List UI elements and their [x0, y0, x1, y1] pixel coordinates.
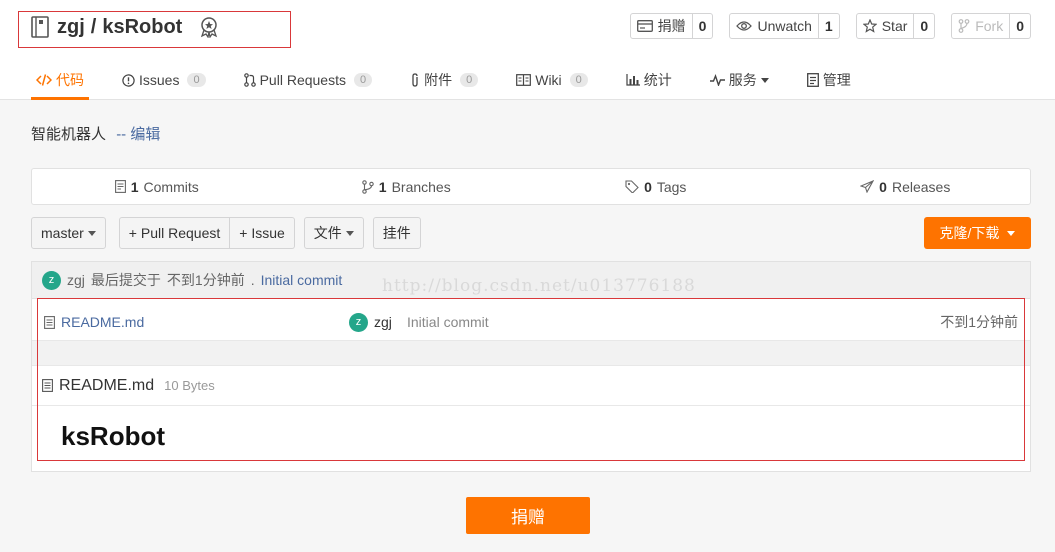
edit-description-link[interactable]: -- 编辑: [116, 126, 160, 143]
commit-message-link[interactable]: Initial commit: [261, 272, 343, 288]
tab-issues-label: Issues: [139, 72, 180, 88]
branch-icon: [362, 179, 374, 194]
file-menu-button[interactable]: 文件: [303, 217, 364, 249]
issue-icon: [122, 73, 135, 87]
card-icon: [636, 20, 653, 32]
paper-plane-icon: [860, 180, 875, 193]
releases-label: Releases: [891, 178, 951, 195]
repo-stats-bar: 1 Commits 1 Branches 0 Tags 0 Releases: [31, 168, 1031, 205]
commits-label: Commits: [143, 178, 199, 195]
tags-label: Tags: [656, 178, 687, 195]
unwatch-label: Unwatch: [757, 18, 812, 34]
commits-stat[interactable]: 1 Commits: [32, 179, 282, 195]
tab-statistics-label: 统计: [643, 72, 672, 88]
donate-button[interactable]: 捐赠: [466, 497, 590, 534]
repo-toolbar: master + Pull Request + Issue 文件 挂件 克隆/下…: [31, 217, 1031, 249]
branch-select[interactable]: master: [31, 217, 106, 249]
new-pull-request-button[interactable]: + Pull Request: [118, 217, 231, 249]
tab-code-label: 代码: [56, 72, 84, 88]
manage-doc-icon: [806, 73, 819, 87]
fork-label: Fork: [975, 18, 1004, 34]
tab-manage[interactable]: 管理: [802, 60, 856, 100]
widget-button[interactable]: 挂件: [372, 217, 421, 249]
unwatch-button[interactable]: Unwatch 1: [729, 13, 840, 39]
tab-code[interactable]: 代码: [31, 60, 89, 100]
tab-wiki-count: 0: [569, 73, 588, 87]
eye-icon: [736, 20, 753, 32]
tab-issues-count: 0: [187, 73, 206, 87]
fork-count[interactable]: 0: [1009, 14, 1030, 38]
branches-label: Branches: [391, 178, 451, 195]
clone-download-button[interactable]: 克隆/下载: [924, 217, 1031, 249]
commit-prefix: 最后提交于: [90, 272, 161, 288]
clone-caret-icon: [1007, 230, 1016, 236]
paperclip-icon: [410, 73, 420, 87]
repo-nav-tabs: 代码 Issues 0 Pull Requests 0 附件 0 Wiki 0 …: [31, 60, 884, 100]
create-group: + Pull Request + Issue: [118, 217, 295, 249]
commits-count: 1: [130, 178, 139, 195]
tab-pull-requests-label: Pull Requests: [259, 72, 346, 88]
commit-time: 不到1分钟前: [166, 272, 245, 288]
tab-wiki[interactable]: Wiki 0: [511, 60, 593, 100]
tab-manage-label: 管理: [822, 72, 851, 88]
branch-select-label: master: [41, 225, 84, 241]
fork-label-wrap: Fork: [952, 14, 1009, 38]
file-menu-label: 文件: [313, 225, 342, 241]
watermark: http://blog.csdn.net/u013776188: [382, 276, 696, 296]
fork-button[interactable]: Fork 0: [951, 13, 1031, 39]
donate-action-button[interactable]: 捐赠 0: [629, 13, 714, 39]
commit-dot: .: [250, 272, 255, 288]
fork-icon: [958, 19, 970, 33]
code-icon: [36, 74, 52, 86]
tags-stat[interactable]: 0 Tags: [531, 179, 781, 195]
tag-icon: [625, 180, 639, 193]
star-icon: [862, 19, 877, 33]
tab-attachments-count: 0: [460, 73, 479, 87]
branches-stat[interactable]: 1 Branches: [282, 179, 532, 195]
branch-caret-icon: [87, 230, 96, 236]
new-issue-button[interactable]: + Issue: [230, 217, 295, 249]
repo-description-text: 智能机器人: [31, 126, 107, 143]
tab-services-label: 服务: [728, 72, 757, 88]
star-button[interactable]: Star 0: [855, 13, 936, 39]
branches-count: 1: [378, 178, 387, 195]
tags-count: 0: [644, 178, 652, 195]
tab-pull-requests[interactable]: Pull Requests 0: [239, 60, 378, 100]
tab-statistics[interactable]: 统计: [621, 60, 677, 100]
pulse-icon: [709, 74, 725, 86]
star-label: Star: [881, 18, 908, 34]
star-label-wrap: Star: [857, 14, 914, 38]
repo-description: 智能机器人 -- 编辑: [31, 123, 160, 144]
bar-chart-icon: [626, 74, 640, 86]
avatar[interactable]: z: [42, 270, 61, 290]
watch-count[interactable]: 1: [817, 14, 839, 38]
commit-author[interactable]: zgj: [67, 272, 85, 288]
highlight-box-files: [37, 298, 1025, 461]
tab-wiki-label: Wiki: [535, 72, 562, 88]
donate-action-label: 捐赠: [657, 18, 686, 34]
highlight-box-title: [18, 11, 291, 48]
clone-download-label: 克隆/下载: [939, 225, 1000, 241]
tab-pull-requests-count: 0: [353, 73, 373, 87]
wiki-book-icon: [516, 74, 532, 86]
caret-down-icon: [760, 77, 769, 83]
tab-attachments[interactable]: 附件 0: [405, 60, 483, 100]
tab-services[interactable]: 服务: [705, 60, 774, 100]
pull-request-icon: [243, 73, 256, 87]
tab-attachments-label: 附件: [424, 72, 453, 88]
commits-icon: [114, 180, 126, 193]
releases-count: 0: [879, 178, 887, 195]
tab-issues[interactable]: Issues 0: [117, 60, 211, 100]
unwatch-label-wrap: Unwatch: [730, 14, 817, 38]
donate-action-label-wrap: 捐赠: [631, 14, 692, 38]
releases-stat[interactable]: 0 Releases: [781, 179, 1031, 195]
donate-count[interactable]: 0: [691, 14, 713, 38]
repo-actions: 捐赠 0 Unwatch 1 Star 0 Fork 0: [629, 13, 1031, 39]
star-count[interactable]: 0: [913, 14, 934, 38]
file-caret-icon: [345, 230, 354, 236]
